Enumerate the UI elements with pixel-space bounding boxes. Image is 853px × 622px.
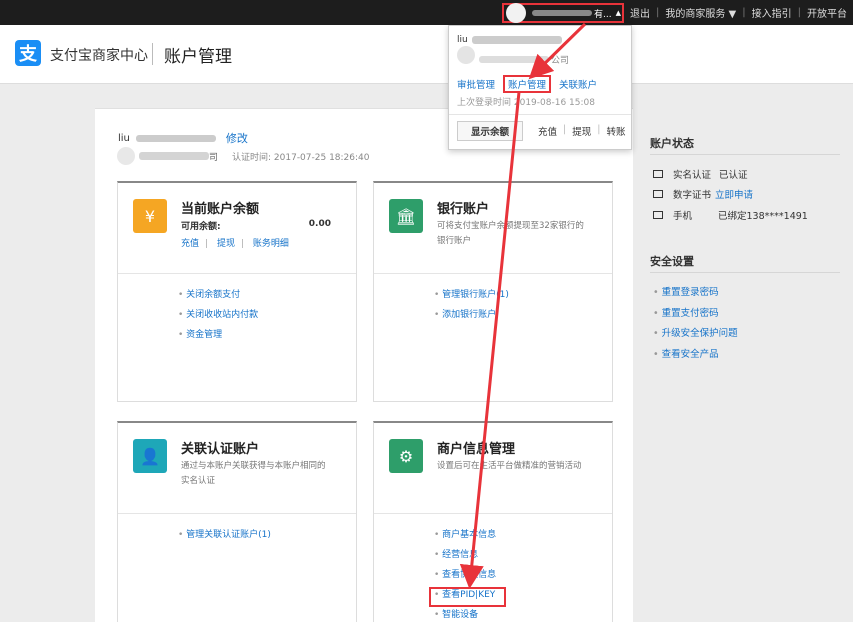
logout-link[interactable]: 退出 [630, 5, 650, 20]
edit-account-link[interactable]: 修改 [226, 130, 248, 146]
linked-account-card: 👤 关联认证账户 通过与本账户关联获得与本账户相同的实名认证 管理关联认证账户(… [117, 421, 357, 622]
popup-company: 公司 [479, 53, 569, 66]
main-panel: liu 修改 司 认证时间: 2017-07-25 18:26:40 ¥ 当前账… [95, 108, 633, 622]
status-realname: 实名认证 已认证 [653, 167, 748, 181]
list-item[interactable]: 关闭余额支付 [178, 285, 258, 305]
list-item[interactable]: 添加银行账户 [434, 305, 509, 325]
card-links: 关闭余额支付 关闭收收站内付款 资金管理 [178, 285, 258, 345]
card-title: 银行账户 [437, 202, 490, 217]
popup-links: 审批管理 账户管理 关联账户 [457, 75, 597, 93]
card-desc: 设置后可在生活平台做精准的营销活动 [437, 461, 582, 471]
card-desc: 通过与本账户关联获得与本账户相同的实名认证 [181, 461, 326, 486]
certificate-icon [653, 190, 663, 198]
list-item[interactable]: 管理关联认证账户(1) [178, 525, 271, 545]
status-cert: 数字证书 立即申请 [653, 187, 753, 201]
popup-recharge-link[interactable]: 充值 [538, 124, 557, 138]
last-login: 上次登录时间 2019-08-16 15:08 [457, 98, 595, 108]
user-name: 有... [594, 9, 612, 20]
list-item[interactable]: 升级安全保护问题 [653, 325, 738, 339]
account-avatar [117, 147, 135, 165]
list-item[interactable]: 查看协议信息 [434, 565, 496, 585]
list-item[interactable]: 商户基本信息 [434, 525, 496, 545]
list-item[interactable]: 管理银行账户(1) [434, 285, 509, 305]
balance-actions: 充值 | 提现 | 账务明细 [181, 239, 289, 249]
linked-account-link[interactable]: 关联账户 [559, 77, 597, 93]
pid-key-highlight [429, 587, 506, 607]
header-divider [152, 43, 153, 65]
security-title: 安全设置 [650, 255, 694, 268]
bank-icon: 🏛 [389, 199, 423, 233]
user-menu-trigger[interactable]: 有... ▲ [502, 3, 624, 23]
logo-text[interactable]: 支付宝商家中心 [50, 45, 148, 65]
list-item[interactable]: 经营信息 [434, 545, 496, 565]
money-bag-icon: ¥ [133, 199, 167, 233]
card-title: 当前账户余额 [181, 202, 260, 217]
list-item[interactable]: 查看安全产品 [653, 346, 719, 360]
cert-time: 认证时间: 2017-07-25 18:26:40 [232, 152, 370, 163]
blurred-company [139, 152, 209, 160]
open-platform-link[interactable]: 开放平台 [807, 5, 847, 20]
card-title: 关联认证账户 [181, 442, 260, 457]
card-links: 管理银行账户(1) 添加银行账户 [434, 285, 509, 325]
popup-transfer-link[interactable]: 转账 [606, 124, 625, 138]
list-item[interactable]: 关闭收收站内付款 [178, 305, 258, 325]
list-item[interactable]: 资金管理 [178, 325, 258, 345]
phone-icon [653, 211, 663, 219]
apply-cert-link[interactable]: 立即申请 [715, 187, 753, 201]
popup-avatar [457, 46, 475, 64]
show-balance-button[interactable]: 显示余额 [457, 121, 523, 141]
recharge-link[interactable]: 充值 [181, 239, 199, 249]
account-management-link[interactable]: 账户管理 [503, 75, 552, 93]
statement-link[interactable]: 账务明细 [253, 239, 289, 249]
id-card-icon [653, 170, 663, 178]
page-title: 账户管理 [164, 47, 232, 67]
user-avatar [506, 3, 526, 23]
balance-value: 0.00 [308, 219, 331, 229]
blurred-user-name [532, 10, 592, 16]
form-settings-icon: ⚙ [389, 439, 423, 473]
right-panel: 账户状态 实名认证 已认证 数字证书 立即申请 手机 已绑定138****149… [633, 108, 853, 622]
list-item[interactable]: 智能设备 [434, 605, 496, 622]
card-desc: 可将支付宝账户余额提现至32家银行的银行账户 [437, 221, 584, 246]
access-guide-link[interactable]: 接入指引 [752, 5, 792, 20]
approval-management-link[interactable]: 审批管理 [457, 77, 495, 93]
card-links: 商户基本信息 经营信息 查看协议信息 查看PID|KEY 智能设备 [434, 525, 496, 622]
person-icon: 👤 [133, 439, 167, 473]
top-bar: 有... ▲ 退出 | 我的商家服务 ▼ | 接入指引 | 开放平台 [0, 0, 853, 25]
alipay-logo-icon[interactable]: 支 [15, 40, 41, 66]
header: 支 支付宝商家中心 账户管理 [0, 25, 853, 84]
list-item[interactable]: 重置登录密码 [653, 284, 719, 298]
popup-name: liu [457, 35, 562, 45]
account-name-prefix: liu [118, 132, 130, 144]
top-links: 退出 | 我的商家服务 ▼ | 接入指引 | 开放平台 [630, 5, 847, 20]
popup-withdraw-link[interactable]: 提现 [572, 124, 591, 138]
status-title: 账户状态 [650, 137, 694, 150]
blurred-account-name [135, 134, 216, 142]
caret-up-icon: ▲ [615, 9, 621, 17]
user-dropdown: liu 公司 审批管理 账户管理 关联账户 上次登录时间 2019-08-16 … [448, 25, 632, 150]
list-item[interactable]: 重置支付密码 [653, 305, 719, 319]
card-title: 商户信息管理 [437, 442, 516, 457]
bank-card: 🏛 银行账户 可将支付宝账户余额提现至32家银行的银行账户 管理银行账户(1) … [373, 181, 613, 402]
company-suffix: 司 [209, 152, 219, 163]
balance-card: ¥ 当前账户余额 可用余额: 0.00 充值| 提现| 账务明细 关闭余额支付 … [117, 181, 357, 402]
account-name-row: liu 修改 [118, 130, 248, 146]
merchant-services-link[interactable]: 我的商家服务 ▼ [665, 5, 736, 20]
popup-actions: 充值 | 提现 | 转账 [538, 124, 626, 138]
status-phone: 手机 已绑定138****1491 [653, 208, 808, 222]
balance-label: 可用余额: [181, 222, 221, 232]
card-links: 管理关联认证账户(1) [178, 525, 271, 545]
balance-row: 可用余额: 0.00 [181, 219, 331, 232]
account-sub-row: 司 认证时间: 2017-07-25 18:26:40 [117, 147, 370, 165]
withdraw-link[interactable]: 提现 [217, 239, 235, 249]
